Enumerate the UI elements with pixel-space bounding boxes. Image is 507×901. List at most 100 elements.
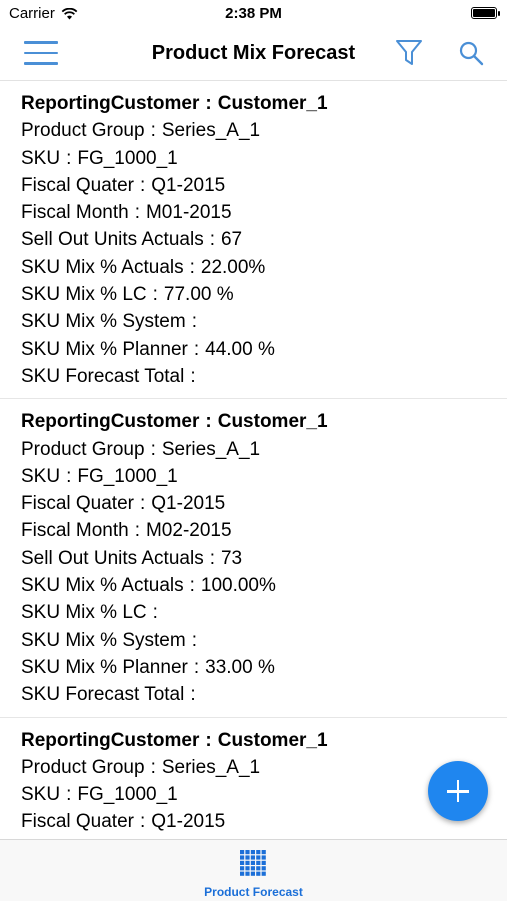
record-field: Fiscal Month:M01-2015 bbox=[21, 199, 507, 226]
record-field: Fiscal Quater: Q1-2015 bbox=[21, 172, 507, 199]
record-field: Fiscal Quater: Q1-2015 bbox=[21, 490, 507, 517]
field-label: Sell Out Units Actuals bbox=[21, 548, 204, 569]
field-separator: : bbox=[135, 202, 140, 223]
tab-product-forecast[interactable]: Product Forecast bbox=[0, 840, 507, 901]
field-value: 22.00% bbox=[201, 257, 265, 278]
record-field: SKU Mix % System: bbox=[21, 308, 507, 335]
field-value: FG_1000_1 bbox=[77, 466, 177, 487]
field-value: FG_1000_1 bbox=[77, 784, 177, 805]
add-record-button[interactable] bbox=[428, 761, 488, 821]
record-field: SKU Mix % Planner:44.00 % bbox=[21, 336, 507, 363]
field-value: Series_A_1 bbox=[162, 120, 260, 141]
field-value: 100.00% bbox=[201, 575, 276, 596]
record-field: Sell Out Units Actuals:73 bbox=[21, 545, 507, 572]
field-label: Product Group bbox=[21, 120, 145, 141]
field-label: SKU Mix % Planner bbox=[21, 339, 188, 360]
field-label: ReportingCustomer bbox=[21, 93, 199, 114]
field-separator: : bbox=[140, 493, 145, 514]
field-value: Q1-2015 bbox=[151, 811, 225, 832]
record-field: SKU Mix % System: bbox=[21, 627, 507, 654]
status-time: 2:38 PM bbox=[0, 5, 507, 22]
field-value: 77.00 % bbox=[164, 284, 234, 305]
field-label: ReportingCustomer bbox=[21, 411, 199, 432]
field-value: 44.00 % bbox=[205, 339, 275, 360]
field-separator: : bbox=[153, 602, 158, 623]
field-value: Customer_1 bbox=[218, 411, 328, 432]
record-field: ReportingCustomer: Customer_1 bbox=[21, 727, 507, 754]
status-bar: Carrier 2:38 PM bbox=[0, 0, 507, 28]
field-label: SKU Forecast Total bbox=[21, 366, 184, 387]
field-label: SKU Mix % LC bbox=[21, 284, 147, 305]
record-card[interactable]: ReportingCustomer: Customer_1 Product Grou… bbox=[0, 399, 507, 717]
record-field: ReportingCustomer:Customer_1 bbox=[21, 90, 507, 117]
field-label: SKU Forecast Total bbox=[21, 684, 184, 705]
record-field: Product Group: Series_A_1 bbox=[21, 117, 507, 144]
tab-label: Product Forecast bbox=[0, 885, 507, 899]
field-value: Customer_1 bbox=[218, 730, 328, 751]
field-separator: : bbox=[66, 466, 71, 487]
field-value: FG_1000_1 bbox=[77, 148, 177, 169]
field-separator: : bbox=[135, 520, 140, 541]
field-separator: : bbox=[153, 284, 158, 305]
field-label: Fiscal Month bbox=[21, 520, 129, 541]
field-value: Series_A_1 bbox=[162, 757, 260, 778]
filter-funnel-icon[interactable] bbox=[395, 38, 423, 68]
record-field: SKU: FG_1000_1 bbox=[21, 463, 507, 490]
field-value: Q1-2015 bbox=[151, 493, 225, 514]
field-label: Sell Out Units Actuals bbox=[21, 229, 204, 250]
record-field: SKU Forecast Total: bbox=[21, 363, 507, 390]
field-separator: : bbox=[194, 339, 199, 360]
record-field: Fiscal Quater: Q1-2015 bbox=[21, 808, 507, 835]
field-separator: : bbox=[66, 784, 71, 805]
field-separator: : bbox=[210, 548, 215, 569]
field-label: SKU Mix % System bbox=[21, 311, 186, 332]
field-label: ReportingCustomer bbox=[21, 730, 199, 751]
tab-bar: Product Forecast bbox=[0, 839, 507, 901]
field-separator: : bbox=[205, 730, 211, 751]
field-separator: : bbox=[151, 120, 156, 141]
battery-fill bbox=[473, 9, 495, 17]
field-label: SKU bbox=[21, 466, 60, 487]
field-separator: : bbox=[192, 311, 197, 332]
record-field: SKU Mix % Actuals:100.00% bbox=[21, 572, 507, 599]
field-label: Product Group bbox=[21, 757, 145, 778]
field-label: SKU Mix % LC bbox=[21, 602, 147, 623]
field-separator: : bbox=[190, 575, 195, 596]
field-value: 33.00 % bbox=[205, 657, 275, 678]
record-field: SKU Mix % LC: bbox=[21, 599, 507, 626]
field-separator: : bbox=[140, 811, 145, 832]
record-card[interactable]: ReportingCustomer:Customer_1Product Grou… bbox=[0, 81, 507, 399]
field-label: Fiscal Quater bbox=[21, 175, 134, 196]
field-label: Fiscal Quater bbox=[21, 811, 134, 832]
forecast-record-list[interactable]: ReportingCustomer: Customer_1 Product Grou… bbox=[0, 81, 507, 839]
field-separator: : bbox=[151, 757, 156, 778]
field-separator: : bbox=[190, 257, 195, 278]
navigation-bar: Product Mix Forecast bbox=[0, 28, 507, 81]
record-field: SKU Mix % Actuals:22.00% bbox=[21, 254, 507, 281]
field-value: Series_A_1 bbox=[162, 439, 260, 460]
record-field: SKU:FG_1000_1 bbox=[21, 145, 507, 172]
field-label: SKU Mix % Planner bbox=[21, 657, 188, 678]
field-separator: : bbox=[151, 439, 156, 460]
field-value: Customer_1 bbox=[218, 93, 328, 114]
field-value: 67 bbox=[221, 229, 242, 250]
record-field: Sell Out Units Actuals:67 bbox=[21, 226, 507, 253]
field-separator: : bbox=[190, 684, 195, 705]
page-title: Product Mix Forecast bbox=[0, 42, 507, 65]
field-separator: : bbox=[205, 411, 211, 432]
field-label: SKU Mix % Actuals bbox=[21, 575, 184, 596]
field-separator: : bbox=[190, 366, 195, 387]
field-value: 73 bbox=[221, 548, 242, 569]
field-label: SKU Mix % Actuals bbox=[21, 257, 184, 278]
field-label: Fiscal Quater bbox=[21, 493, 134, 514]
field-label: SKU bbox=[21, 148, 60, 169]
field-value: Q1-2015 bbox=[151, 175, 225, 196]
field-value: M01-2015 bbox=[146, 202, 232, 223]
field-label: SKU bbox=[21, 784, 60, 805]
record-field: Product Group: Series_A_1 bbox=[21, 436, 507, 463]
field-separator: : bbox=[192, 630, 197, 651]
search-icon[interactable] bbox=[458, 40, 484, 66]
field-separator: : bbox=[140, 175, 145, 196]
record-field: SKU Forecast Total: bbox=[21, 681, 507, 708]
field-label: Product Group bbox=[21, 439, 145, 460]
